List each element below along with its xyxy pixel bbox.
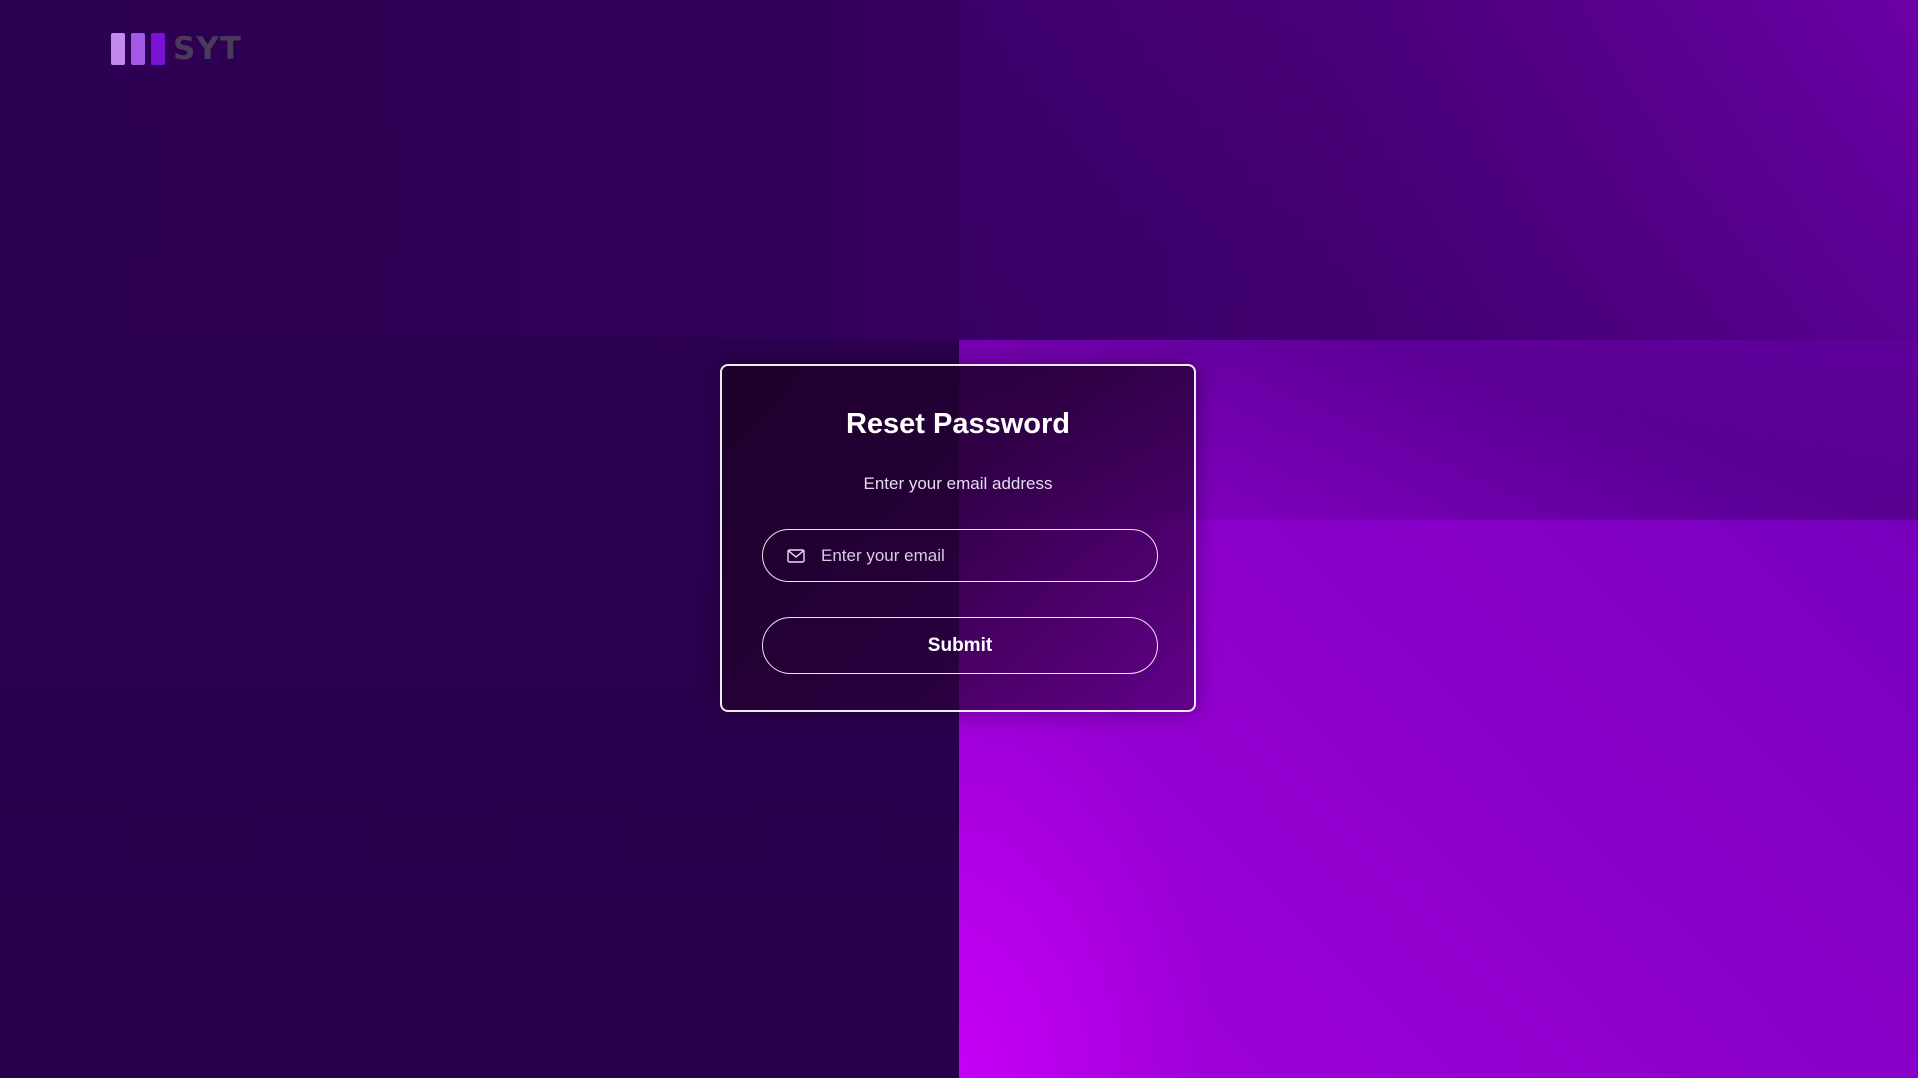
logo-bar-3 — [151, 33, 165, 65]
logo-bar-2 — [131, 33, 145, 65]
email-input[interactable] — [819, 544, 1143, 567]
card-subtitle: Enter your email address — [863, 474, 1053, 493]
submit-button[interactable]: Submit — [762, 617, 1158, 674]
reset-password-card: Reset Password Enter your email address … — [720, 364, 1196, 712]
background-glow — [959, 658, 1219, 1078]
logo-wordmark: SYT — [173, 31, 242, 67]
mail-icon — [787, 548, 805, 563]
card-title: Reset Password — [845, 408, 1071, 440]
logo-bar-1 — [111, 33, 125, 65]
email-field[interactable] — [762, 529, 1158, 582]
page-background: SYT Reset Password Enter your email addr… — [0, 0, 1918, 1078]
brand-logo[interactable]: SYT — [111, 31, 242, 67]
